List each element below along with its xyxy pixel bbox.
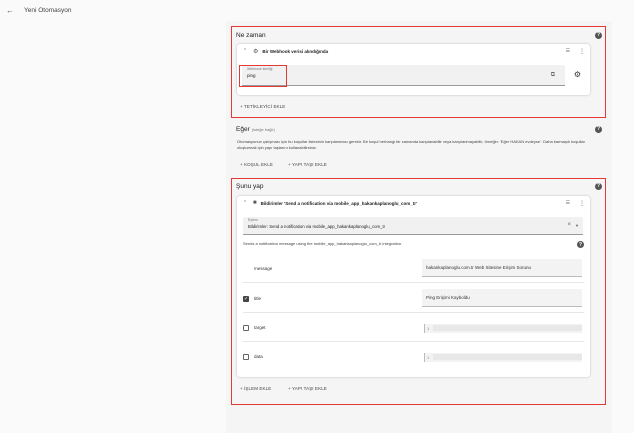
condition-section-title: Eğer	[236, 125, 250, 133]
highlight-box	[231, 26, 606, 118]
highlight-box	[239, 65, 287, 87]
add-condition-button[interactable]: + KOŞUL EKLE	[240, 162, 273, 167]
highlight-box	[231, 178, 606, 405]
condition-section-suffix: (isteğe bağlı)	[251, 126, 275, 132]
add-building-block-button[interactable]: + YAPI TAŞI EKLE	[288, 162, 327, 167]
page-title: Yeni Otomasyon	[24, 7, 72, 14]
condition-description: Otomasyonun çalışması için bu koşullar l…	[237, 139, 585, 150]
help-icon[interactable]: ?	[595, 125, 602, 133]
arrow-left-icon[interactable]: ←	[4, 6, 16, 15]
top-app-bar: ← Yeni Otomasyon	[0, 0, 634, 21]
